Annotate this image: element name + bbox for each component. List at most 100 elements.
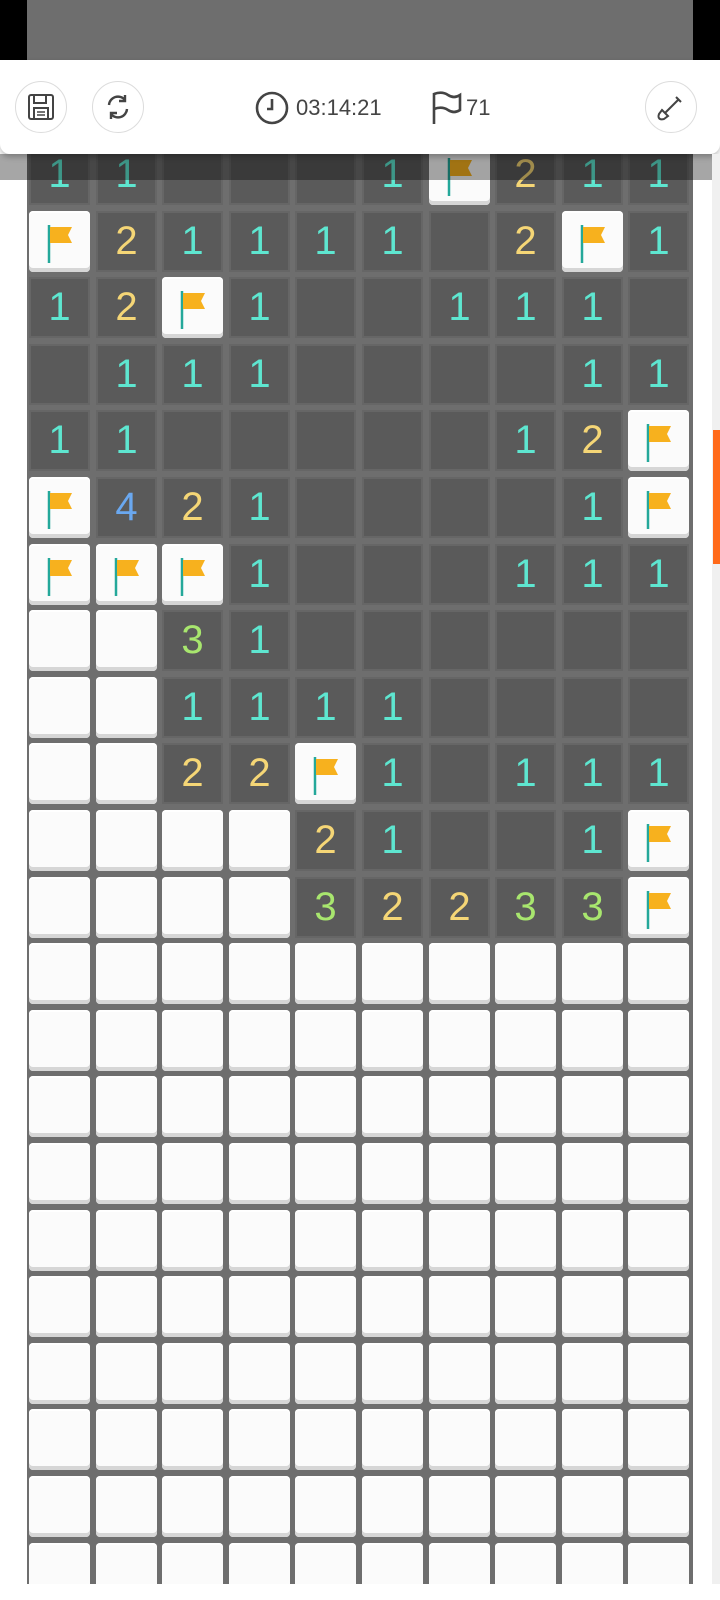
covered-cell[interactable]	[96, 1409, 157, 1470]
covered-cell[interactable]	[162, 1210, 223, 1271]
empty-cell[interactable]	[628, 277, 689, 338]
covered-cell[interactable]	[96, 1076, 157, 1137]
covered-cell[interactable]	[429, 1210, 490, 1271]
covered-cell[interactable]	[362, 1409, 423, 1470]
number-cell[interactable]: 2	[162, 477, 223, 538]
covered-cell[interactable]	[628, 1543, 689, 1584]
covered-cell[interactable]	[628, 1210, 689, 1271]
covered-cell[interactable]	[96, 1543, 157, 1584]
covered-cell[interactable]	[96, 943, 157, 1004]
empty-cell[interactable]	[362, 410, 423, 471]
covered-cell[interactable]	[562, 1543, 623, 1584]
number-cell[interactable]: 1	[229, 677, 290, 738]
covered-cell[interactable]	[495, 1409, 556, 1470]
covered-cell[interactable]	[162, 943, 223, 1004]
covered-cell[interactable]	[96, 743, 157, 804]
covered-cell[interactable]	[229, 1143, 290, 1204]
number-cell[interactable]: 3	[295, 877, 356, 938]
covered-cell[interactable]	[295, 1543, 356, 1584]
covered-cell[interactable]	[362, 1276, 423, 1337]
covered-cell[interactable]	[162, 1476, 223, 1537]
empty-cell[interactable]	[429, 410, 490, 471]
covered-cell[interactable]	[96, 877, 157, 938]
covered-cell[interactable]	[562, 1210, 623, 1271]
covered-cell[interactable]	[362, 1010, 423, 1071]
covered-cell[interactable]	[96, 677, 157, 738]
number-cell[interactable]: 1	[628, 211, 689, 272]
covered-cell[interactable]	[628, 1276, 689, 1337]
number-cell[interactable]: 1	[628, 544, 689, 605]
covered-cell[interactable]	[162, 1076, 223, 1137]
covered-cell[interactable]	[29, 1343, 90, 1404]
covered-cell[interactable]	[96, 1010, 157, 1071]
number-cell[interactable]: 2	[229, 743, 290, 804]
covered-cell[interactable]	[229, 1476, 290, 1537]
covered-cell[interactable]	[295, 1010, 356, 1071]
number-cell[interactable]: 2	[96, 211, 157, 272]
covered-cell[interactable]	[429, 1476, 490, 1537]
restart-button[interactable]	[92, 81, 144, 133]
covered-cell[interactable]	[29, 810, 90, 871]
empty-cell[interactable]	[295, 477, 356, 538]
covered-cell[interactable]	[562, 943, 623, 1004]
covered-cell[interactable]	[628, 1476, 689, 1537]
number-cell[interactable]: 1	[229, 344, 290, 405]
flagged-cell[interactable]	[628, 810, 689, 871]
empty-cell[interactable]	[628, 610, 689, 671]
covered-cell[interactable]	[29, 677, 90, 738]
number-cell[interactable]: 2	[162, 743, 223, 804]
covered-cell[interactable]	[628, 1143, 689, 1204]
empty-cell[interactable]	[628, 677, 689, 738]
empty-cell[interactable]	[495, 810, 556, 871]
number-cell[interactable]: 1	[229, 610, 290, 671]
covered-cell[interactable]	[162, 877, 223, 938]
number-cell[interactable]: 1	[495, 410, 556, 471]
covered-cell[interactable]	[162, 1276, 223, 1337]
covered-cell[interactable]	[562, 1343, 623, 1404]
covered-cell[interactable]	[495, 943, 556, 1004]
covered-cell[interactable]	[562, 1010, 623, 1071]
number-cell[interactable]: 1	[362, 810, 423, 871]
number-cell[interactable]: 1	[362, 677, 423, 738]
covered-cell[interactable]	[562, 1076, 623, 1137]
empty-cell[interactable]	[495, 344, 556, 405]
covered-cell[interactable]	[162, 1343, 223, 1404]
number-cell[interactable]: 2	[429, 877, 490, 938]
covered-cell[interactable]	[229, 1010, 290, 1071]
number-cell[interactable]: 1	[29, 410, 90, 471]
number-cell[interactable]: 4	[96, 477, 157, 538]
number-cell[interactable]: 1	[29, 277, 90, 338]
save-button[interactable]	[15, 81, 67, 133]
empty-cell[interactable]	[29, 344, 90, 405]
covered-cell[interactable]	[162, 1543, 223, 1584]
empty-cell[interactable]	[162, 410, 223, 471]
covered-cell[interactable]	[628, 1076, 689, 1137]
covered-cell[interactable]	[362, 1476, 423, 1537]
covered-cell[interactable]	[628, 1010, 689, 1071]
covered-cell[interactable]	[229, 943, 290, 1004]
empty-cell[interactable]	[295, 610, 356, 671]
empty-cell[interactable]	[562, 610, 623, 671]
covered-cell[interactable]	[562, 1276, 623, 1337]
covered-cell[interactable]	[96, 1143, 157, 1204]
covered-cell[interactable]	[29, 1210, 90, 1271]
empty-cell[interactable]	[295, 277, 356, 338]
covered-cell[interactable]	[495, 1210, 556, 1271]
number-cell[interactable]: 1	[495, 743, 556, 804]
covered-cell[interactable]	[628, 1409, 689, 1470]
covered-cell[interactable]	[429, 1143, 490, 1204]
covered-cell[interactable]	[429, 1010, 490, 1071]
flagged-cell[interactable]	[29, 211, 90, 272]
number-cell[interactable]: 1	[96, 410, 157, 471]
covered-cell[interactable]	[429, 1543, 490, 1584]
number-cell[interactable]: 1	[229, 211, 290, 272]
number-cell[interactable]: 2	[295, 810, 356, 871]
empty-cell[interactable]	[495, 677, 556, 738]
number-cell[interactable]: 2	[362, 877, 423, 938]
covered-cell[interactable]	[96, 1343, 157, 1404]
covered-cell[interactable]	[362, 1543, 423, 1584]
number-cell[interactable]: 1	[562, 277, 623, 338]
covered-cell[interactable]	[295, 1409, 356, 1470]
number-cell[interactable]: 1	[362, 743, 423, 804]
number-cell[interactable]: 1	[295, 677, 356, 738]
